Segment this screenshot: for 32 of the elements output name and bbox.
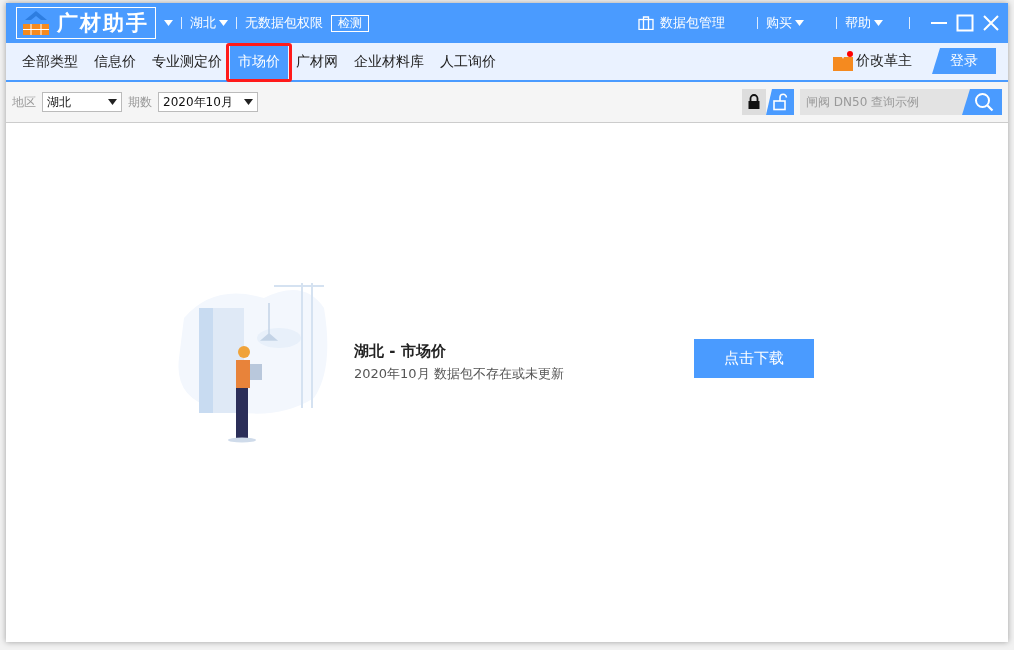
app-menu-button[interactable]	[164, 20, 173, 26]
category-tab[interactable]: 信息价	[86, 43, 144, 80]
promo-link[interactable]: 价改革主	[826, 50, 918, 72]
category-tab[interactable]: 广材网	[288, 43, 346, 80]
caret-icon	[874, 20, 883, 26]
app-logo: 广材助手	[16, 7, 156, 39]
search-bar[interactable]: 闸阀 DN50 查询示例	[800, 89, 1002, 115]
search-icon[interactable]	[962, 89, 1002, 115]
category-tab[interactable]: 全部类型	[14, 43, 86, 80]
logo-icon	[21, 10, 51, 36]
unlock-icon	[772, 93, 788, 111]
period-select[interactable]: 2020年10月	[158, 92, 258, 112]
caret-icon	[164, 20, 173, 26]
category-tab[interactable]: 专业测定价	[144, 43, 230, 80]
close-icon[interactable]	[982, 14, 1000, 32]
region-select[interactable]: 湖北	[42, 92, 122, 112]
empty-state-title: 湖北 - 市场价	[354, 342, 447, 361]
region-label: 地区	[12, 93, 36, 111]
empty-state-message: 2020年10月 数据包不存在或未更新	[354, 365, 565, 383]
maximize-icon[interactable]	[956, 14, 974, 32]
period-label: 期数	[128, 93, 152, 111]
caret-icon	[219, 20, 228, 26]
caret-icon	[244, 99, 253, 105]
caret-icon	[108, 99, 117, 105]
lock-icon	[747, 94, 761, 110]
briefcase-icon	[638, 16, 654, 30]
permission-status: 无数据包权限	[245, 14, 323, 32]
category-tab[interactable]: 人工询价	[432, 43, 504, 80]
search-field[interactable]: 闸阀 DN50 查询示例	[800, 95, 962, 109]
lock-toggle[interactable]	[742, 89, 794, 115]
category-tab[interactable]: 企业材料库	[346, 43, 432, 80]
caret-icon	[795, 20, 804, 26]
